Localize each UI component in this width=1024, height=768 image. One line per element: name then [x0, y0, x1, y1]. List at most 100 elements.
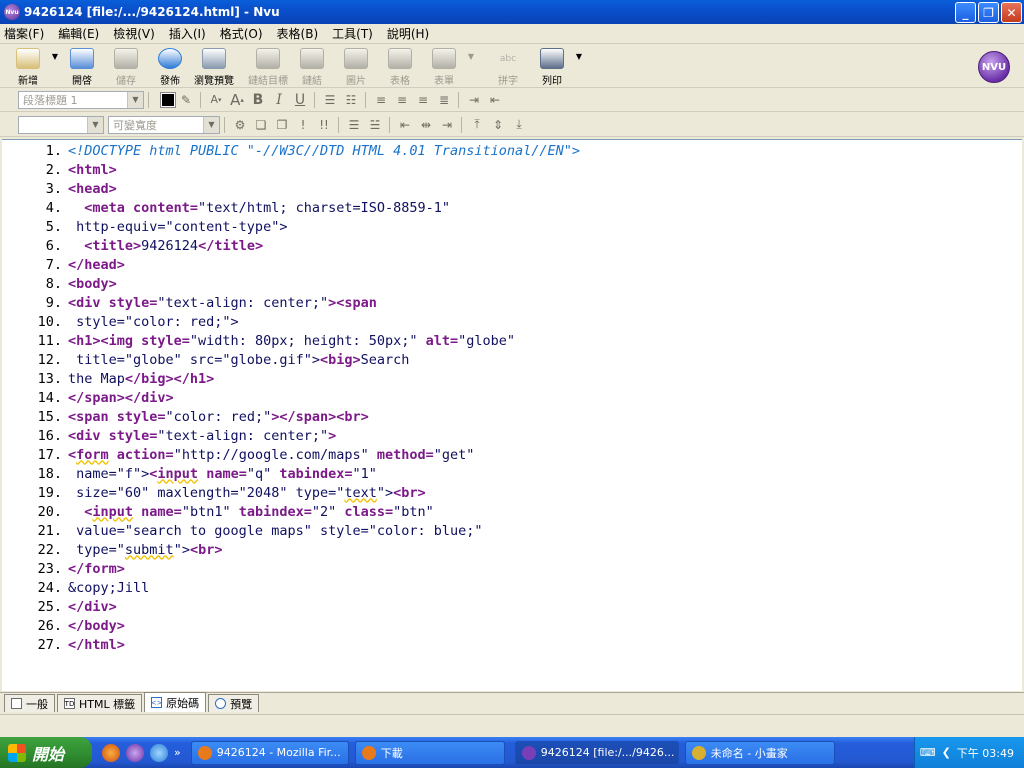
tab-preview-magnifier[interactable]: 預覽 [208, 694, 260, 712]
firefox-icon[interactable] [102, 743, 120, 762]
taskbar-task[interactable]: 9426124 [file:/.../9426... [514, 740, 679, 765]
toolbar-button-print[interactable]: 列印 [530, 45, 574, 87]
toolbar-button-table[interactable]: 表格 [378, 45, 422, 87]
code-line[interactable]: 22. type="submit"><br> [2, 540, 1022, 559]
text-color-picker[interactable] [160, 91, 176, 108]
taskbar-task[interactable]: 下載 [354, 740, 505, 765]
code-line[interactable]: 14. </span></div> [2, 388, 1022, 407]
code-line[interactable]: 10. style="color: red;"> [2, 312, 1022, 331]
list-indent-icon[interactable]: ☱ [365, 116, 385, 134]
dropdown-caret-icon[interactable]: ▼ [50, 35, 60, 77]
toolbar-button-link[interactable]: 鏈結 [290, 45, 334, 87]
taskbar-task[interactable]: 9426124 - Mozilla Fir... [190, 740, 349, 765]
valign-middle-icon[interactable]: ⇕ [488, 116, 508, 134]
highlight-pen-icon[interactable]: ✎ [176, 91, 196, 109]
smaller-font-icon[interactable]: A ▾ [206, 91, 226, 109]
exclamation-icon[interactable]: ! [293, 116, 313, 134]
keyboard-icon[interactable]: ⌨ [920, 746, 936, 759]
toolbar-button-browse-magnifier[interactable]: 瀏覽預覽 [192, 45, 236, 87]
menu-item[interactable]: 格式(O) [220, 25, 263, 42]
code-line[interactable]: 20. <input name="btn1" tabindex="2" clas… [2, 502, 1022, 521]
column-left-icon[interactable]: ⇤ [395, 116, 415, 134]
larger-font-icon[interactable]: A ▴ [227, 91, 247, 109]
valign-top-icon[interactable]: ⤒ [467, 116, 487, 134]
italic-icon[interactable]: I [269, 91, 289, 109]
toolbar-button-save-disk[interactable]: 儲存 [104, 45, 148, 87]
bulleted-list-icon[interactable]: ☷ [341, 91, 361, 109]
dropdown-caret-icon[interactable]: ▼ [466, 35, 476, 77]
toolbar-button-form[interactable]: 表單 [422, 45, 466, 87]
tray-chevron-icon[interactable]: ❮ [942, 746, 951, 759]
toolbar-button-open-folder[interactable]: 開啓 [60, 45, 104, 87]
code-line[interactable]: 21. value="search to google maps" style=… [2, 521, 1022, 540]
toolbar-button-anchor[interactable]: 鏈結目標 [246, 45, 290, 87]
underline-icon[interactable]: U [290, 91, 310, 109]
toolbar-button-image[interactable]: 圖片 [334, 45, 378, 87]
layer-position-icon[interactable]: ❐ [272, 116, 292, 134]
tab-source-code[interactable]: <> 原始碼 [144, 692, 207, 712]
code-line[interactable]: 25. </div> [2, 597, 1022, 616]
code-line[interactable]: 1. <!DOCTYPE html PUBLIC "-//W3C//DTD HTM… [2, 141, 1022, 160]
source-code-editor[interactable]: 1. <!DOCTYPE html PUBLIC "-//W3C//DTD HTM… [2, 139, 1022, 691]
code-line[interactable]: 27. </html> [2, 635, 1022, 654]
valign-bottom-icon[interactable]: ⤓ [509, 116, 529, 134]
code-line[interactable]: 7. </head> [2, 255, 1022, 274]
code-line[interactable]: 16. <div style="text-align: center;"> [2, 426, 1022, 445]
toolbar-button-spell-check[interactable]: abc 拼字 [486, 45, 530, 88]
menu-item[interactable]: 表格(B) [277, 25, 319, 42]
align-right-icon[interactable]: ≡ [413, 91, 433, 109]
align-center-icon[interactable]: ≡ [392, 91, 412, 109]
code-line[interactable]: 19. size="60" maxlength="2048" type="tex… [2, 483, 1022, 502]
menu-item[interactable]: 編輯(E) [58, 25, 99, 42]
minimize-button[interactable]: _ [955, 2, 976, 23]
code-line[interactable]: 26. </body> [2, 616, 1022, 635]
restore-button[interactable]: ❐ [978, 2, 999, 23]
bold-icon[interactable]: B [248, 91, 268, 109]
menu-item[interactable]: 插入(I) [169, 25, 206, 42]
font-select[interactable]: ▼ [18, 115, 104, 134]
code-line[interactable]: 8. <body> [2, 274, 1022, 293]
numbered-list-icon[interactable]: ☰ [320, 91, 340, 109]
code-line[interactable]: 11. <h1><img style="width: 80px; height: … [2, 331, 1022, 350]
code-line[interactable]: 4. <meta content="text/html; charset=ISO… [2, 198, 1022, 217]
paragraph-format-select[interactable]: 段落標題 1 ▼ [18, 90, 144, 109]
menu-item[interactable]: 檢視(V) [113, 25, 155, 42]
indent-icon[interactable]: ⇥ [464, 91, 484, 109]
align-left-icon[interactable]: ≡ [371, 91, 391, 109]
column-right-icon[interactable]: ⇥ [437, 116, 457, 134]
tab-td-tag[interactable]: TD HTML 標籤 [57, 694, 143, 712]
menu-item[interactable]: 說明(H) [387, 25, 429, 42]
code-line[interactable]: 9. <div style="text-align: center;"><span [2, 293, 1022, 312]
code-line[interactable]: 6. <title>9426124</title> [2, 236, 1022, 255]
outdent-icon[interactable]: ⇤ [485, 91, 505, 109]
code-line[interactable]: 13. the Map</big></h1> [2, 369, 1022, 388]
toolbar-button-new-page[interactable]: 新增 [6, 45, 50, 87]
double-exclamation-icon[interactable]: !! [314, 116, 334, 134]
code-line[interactable]: 3. <head> [2, 179, 1022, 198]
menu-item[interactable]: 工具(T) [332, 25, 373, 42]
code-line[interactable]: 2. <html> [2, 160, 1022, 179]
taskbar-task[interactable]: 未命名 - 小畫家 [684, 740, 835, 765]
code-line[interactable]: 24. &copy;Jill [2, 578, 1022, 597]
chevron-right-icon[interactable]: » [174, 746, 181, 759]
width-select[interactable]: 可變寬度 ▼ [108, 115, 220, 134]
align-justify-icon[interactable]: ≣ [434, 91, 454, 109]
close-button[interactable]: ✕ [1001, 2, 1022, 23]
code-line[interactable]: 12. title="globe" src="globe.gif"><big>S… [2, 350, 1022, 369]
dropdown-caret-icon[interactable]: ▼ [574, 35, 584, 77]
menu-item[interactable]: 檔案(F) [4, 25, 44, 42]
tab-page[interactable]: 一般 [4, 694, 55, 712]
code-line[interactable]: 23. </form> [2, 559, 1022, 578]
toolbar-button-publish-globe[interactable]: 發佈 [148, 45, 192, 87]
code-line[interactable]: 17. <form action="http://google.com/maps"… [2, 445, 1022, 464]
start-button[interactable]: 開始 [0, 737, 92, 768]
code-line[interactable]: 5. http-equiv="content-type"> [2, 217, 1022, 236]
code-line[interactable]: 15. <span style="color: red;"></span><br> [2, 407, 1022, 426]
list-lines-icon[interactable]: ☰ [344, 116, 364, 134]
search-icon[interactable] [150, 743, 168, 762]
code-line[interactable]: 18. name="f"><input name="q" tabindex="1… [2, 464, 1022, 483]
layer-icon[interactable]: ❏ [251, 116, 271, 134]
nvu-app-icon[interactable]: Nvu [4, 4, 20, 20]
column-both-icon[interactable]: ⇹ [416, 116, 436, 134]
form-field-icon[interactable]: ⚙ [230, 116, 250, 134]
